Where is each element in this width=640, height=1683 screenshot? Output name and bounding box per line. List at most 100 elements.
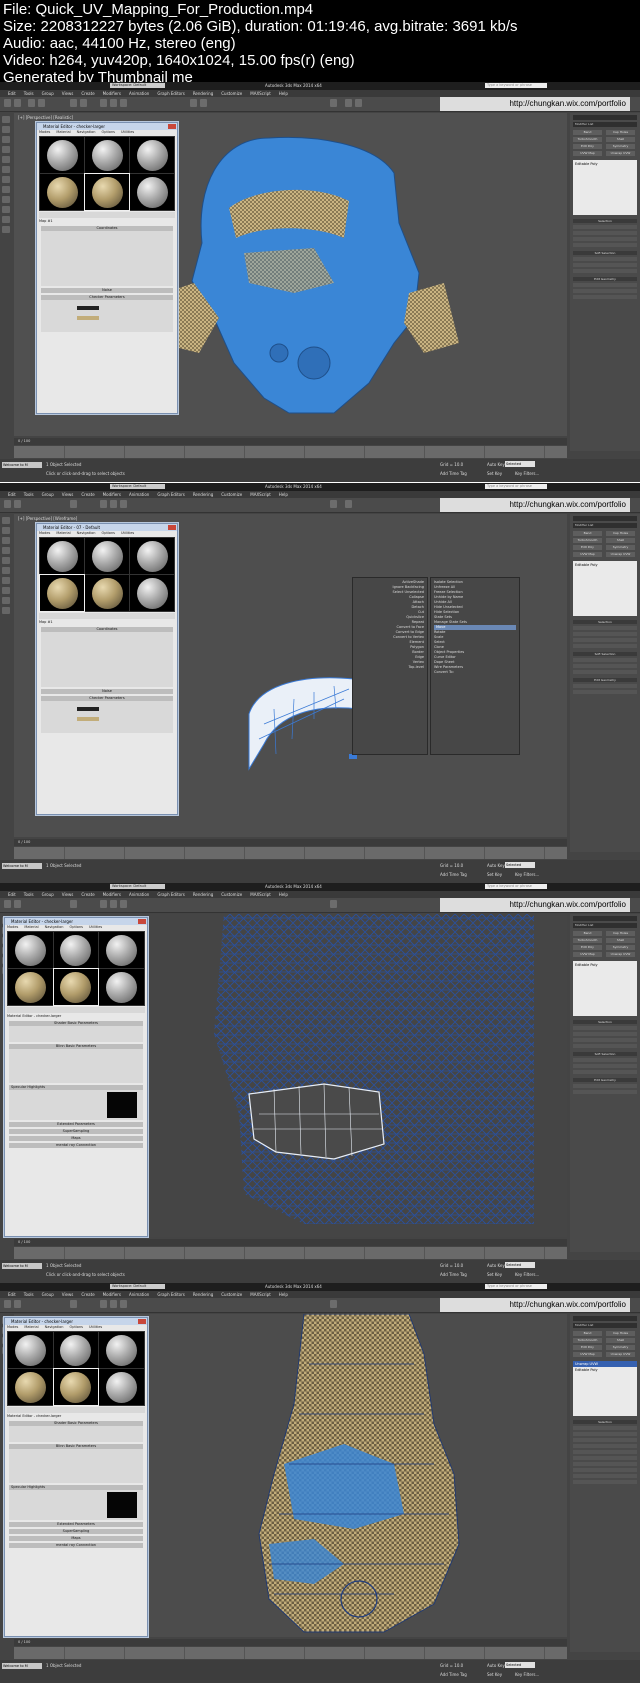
time-slider[interactable]: 0 / 100 [14, 839, 567, 846]
mental-ray-connection-rollout[interactable]: mental ray Connection [9, 1543, 143, 1548]
render-setup-icon[interactable] [345, 99, 352, 107]
rotate-icon[interactable] [110, 99, 117, 107]
select-icon[interactable] [70, 99, 77, 107]
snap-icon[interactable] [190, 99, 197, 107]
material-toolbar[interactable] [7, 1007, 145, 1013]
color-1-swatch[interactable] [77, 707, 99, 711]
key-mode-dropdown[interactable]: Selected [505, 461, 535, 467]
extended-parameters-rollout[interactable]: Extended Parameters [9, 1122, 143, 1127]
sample-slot[interactable] [130, 538, 174, 574]
sample-slot[interactable] [53, 1332, 99, 1368]
menu-tools[interactable]: Tools [24, 891, 34, 898]
redo-icon[interactable] [14, 900, 21, 908]
tool-icon[interactable] [2, 547, 10, 554]
menu-help[interactable]: Help [279, 1291, 288, 1298]
specular-highlights-section[interactable]: Specular Highlights [9, 1485, 143, 1520]
material-name-field[interactable]: Material Editor - checker-larger [7, 1414, 145, 1419]
edit-poly-button[interactable]: Edit Poly [573, 144, 602, 149]
menu-views[interactable]: Views [62, 1291, 74, 1298]
menu-rendering[interactable]: Rendering [193, 491, 213, 498]
cap-holes-button[interactable]: Cap Holes [606, 1331, 635, 1336]
sample-slot[interactable] [8, 969, 53, 1005]
sample-slot[interactable] [85, 137, 129, 173]
shell-button[interactable]: Shell [606, 538, 635, 543]
modifier-stack[interactable]: Editable Poly [573, 160, 637, 215]
key-mode-dropdown[interactable]: Selected [505, 1262, 535, 1268]
workspace-dropdown[interactable]: Workspace: Default [110, 1284, 165, 1289]
key-mode-dropdown[interactable]: Selected [505, 1662, 535, 1668]
track-bar[interactable] [14, 847, 567, 859]
shell-button[interactable]: Shell [606, 938, 635, 943]
undo-icon[interactable] [4, 500, 11, 508]
rotate-icon[interactable] [110, 500, 117, 508]
move-icon[interactable] [100, 99, 107, 107]
edit-geometry-rollout[interactable]: Edit Geometry [573, 1078, 637, 1082]
modifier-list-dropdown[interactable]: Modifier List [573, 523, 637, 528]
object-name-field[interactable] [573, 516, 637, 521]
select-icon[interactable] [70, 500, 77, 508]
color-1-swatch[interactable] [77, 306, 99, 310]
menu-group[interactable]: Group [42, 90, 54, 97]
object-name-field[interactable] [573, 1316, 637, 1321]
add-time-tag[interactable]: Add Time Tag [440, 1272, 467, 1277]
close-icon[interactable] [168, 124, 176, 129]
stack-item-editable-poly[interactable]: Editable Poly [573, 1367, 637, 1373]
selection-rollout[interactable]: Selection [573, 219, 637, 223]
menu-graph-editors[interactable]: Graph Editors [157, 491, 184, 498]
menu-maxscript[interactable]: MAXScript [250, 891, 271, 898]
sample-slot[interactable] [8, 932, 53, 968]
blinn-basic-parameters-rollout[interactable]: Blinn Basic Parameters [9, 1044, 143, 1083]
soft-selection-rollout[interactable]: Soft Selection [573, 251, 637, 255]
modifier-stack[interactable]: Unwrap UVW Editable Poly [573, 1361, 637, 1416]
menu-graph-editors[interactable]: Graph Editors [157, 891, 184, 898]
tool-icon[interactable] [2, 116, 10, 123]
menu-rendering[interactable]: Rendering [193, 90, 213, 97]
material-editor-window[interactable]: Material Editor - 07 - Default Modes Mate… [36, 523, 178, 815]
auto-key-button[interactable]: Auto Key [487, 863, 505, 868]
edit-geometry-rollout[interactable]: Edit Geometry [573, 678, 637, 682]
menu-animation[interactable]: Animation [129, 891, 149, 898]
turbosmooth-button[interactable]: TurboSmooth [573, 1338, 602, 1343]
specular-highlights-section[interactable]: Specular Highlights [9, 1085, 143, 1120]
auto-key-button[interactable]: Auto Key [487, 462, 505, 467]
menu-graph-editors[interactable]: Graph Editors [157, 90, 184, 97]
tool-icon[interactable] [2, 517, 10, 524]
sample-slot[interactable] [99, 932, 144, 968]
menu-views[interactable]: Views [62, 891, 74, 898]
turbosmooth-button[interactable]: TurboSmooth [573, 538, 602, 543]
maxscript-listener[interactable]: Welcome to M [2, 462, 42, 468]
menu-edit[interactable]: Edit [8, 90, 16, 97]
menu-help[interactable]: Help [279, 891, 288, 898]
scale-icon[interactable] [120, 1300, 127, 1308]
sample-slot[interactable] [130, 174, 174, 210]
unwrap-uvw-button[interactable]: Unwrap UVW [606, 552, 635, 557]
track-bar[interactable] [14, 446, 567, 458]
menu-rendering[interactable]: Rendering [193, 1291, 213, 1298]
set-key-button[interactable]: Set Key [487, 471, 502, 476]
material-toolbar[interactable] [7, 1407, 145, 1413]
tool-icon[interactable] [2, 587, 10, 594]
symmetry-button[interactable]: Symmetry [606, 1345, 635, 1350]
checker-parameters-rollout[interactable]: Checker Parameters [41, 295, 173, 332]
edit-poly-button[interactable]: Edit Poly [573, 545, 602, 550]
shell-button[interactable]: Shell [606, 137, 635, 142]
select-icon[interactable] [70, 1300, 77, 1308]
scale-icon[interactable] [120, 900, 127, 908]
sample-slot[interactable] [85, 575, 129, 611]
edit-geometry-rollout[interactable]: Edit Geometry [573, 277, 637, 281]
material-toolbar[interactable] [39, 613, 175, 619]
tool-icon[interactable] [2, 607, 10, 614]
select-by-name-icon[interactable] [80, 99, 87, 107]
tool-icon[interactable] [2, 196, 10, 203]
menu-customize[interactable]: Customize [221, 90, 242, 97]
unlink-icon[interactable] [38, 99, 45, 107]
menu-create[interactable]: Create [81, 1291, 94, 1298]
menu-customize[interactable]: Customize [221, 1291, 242, 1298]
turbosmooth-button[interactable]: TurboSmooth [573, 938, 602, 943]
undo-icon[interactable] [4, 1300, 11, 1308]
workspace-dropdown[interactable]: Workspace: Default [110, 484, 165, 489]
move-icon[interactable] [100, 900, 107, 908]
bend-button[interactable]: Bend [573, 1331, 602, 1336]
key-mode-dropdown[interactable]: Selected [505, 862, 535, 868]
key-filters-button[interactable]: Key Filters... [515, 1672, 539, 1677]
